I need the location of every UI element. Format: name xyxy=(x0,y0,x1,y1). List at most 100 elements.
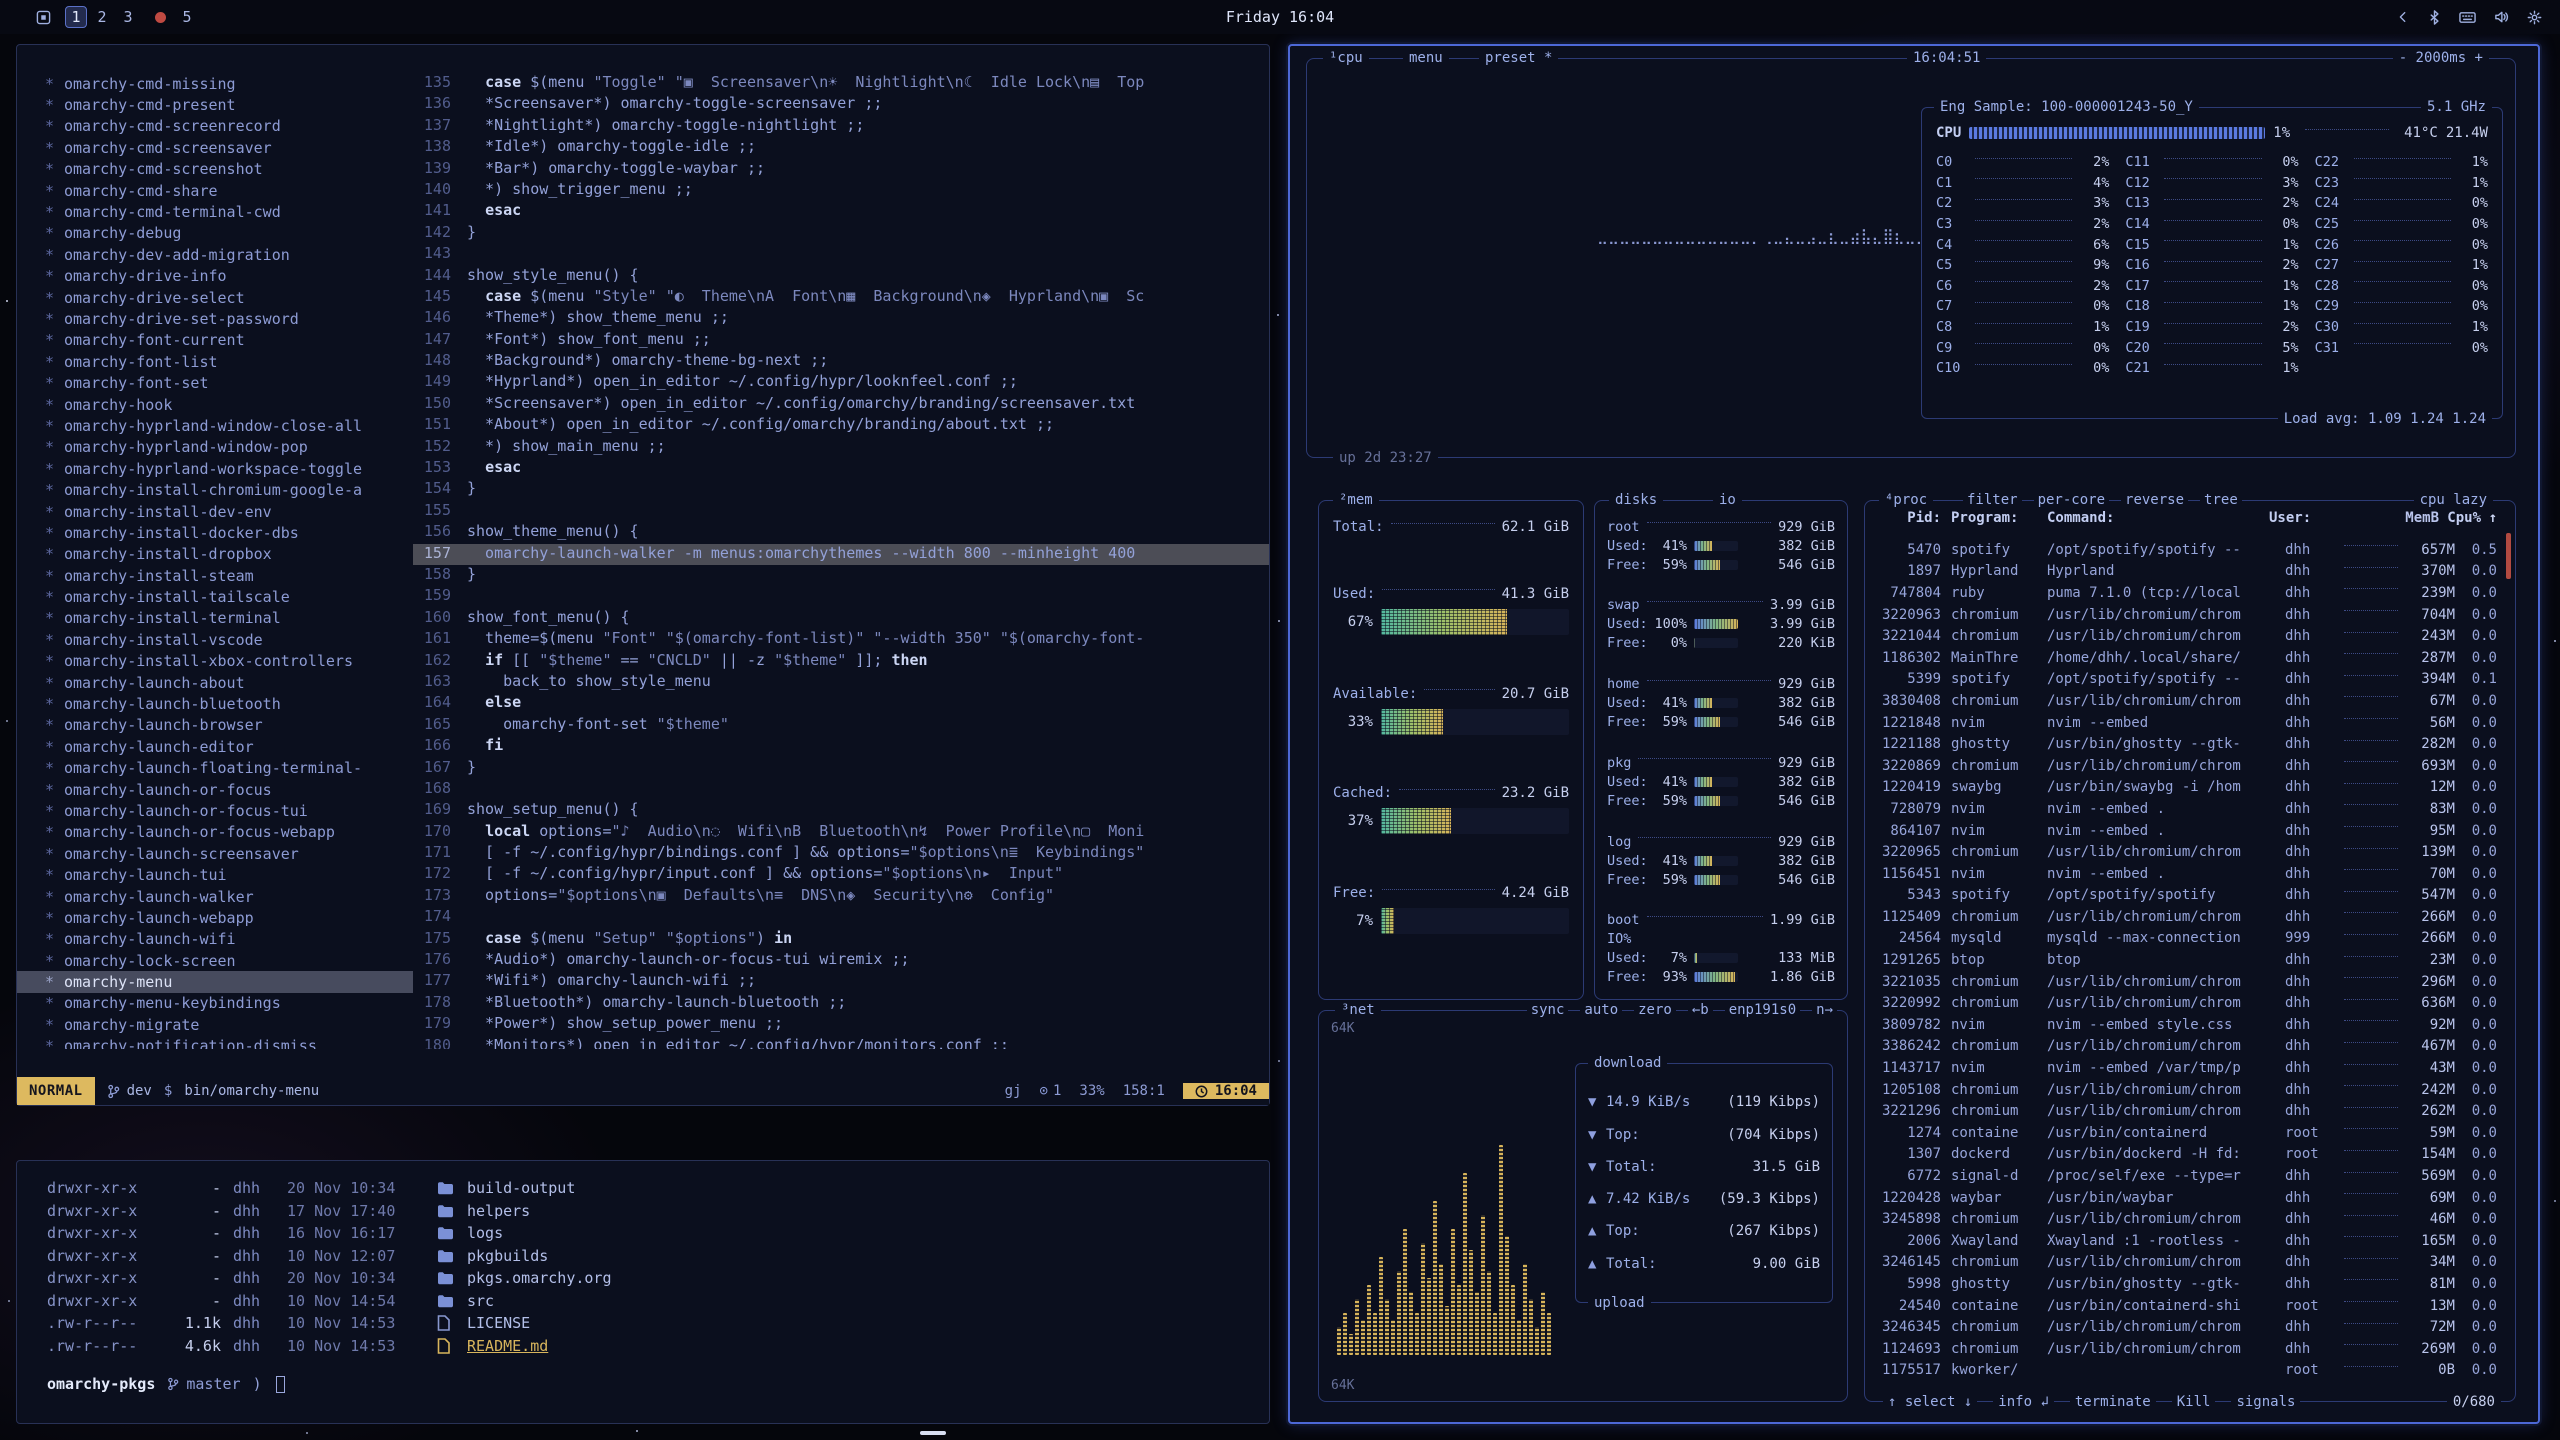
code-line[interactable]: 156show_theme_menu() { xyxy=(413,522,1269,543)
code-line[interactable]: 148 *Background*) omarchy-theme-bg-next … xyxy=(413,351,1269,372)
volume-icon[interactable] xyxy=(2494,10,2509,24)
code-line[interactable]: 178 *Bluetooth*) omarchy-launch-bluetoot… xyxy=(413,993,1269,1014)
proc-action-info[interactable]: info ↲ xyxy=(1993,1393,2054,1411)
process-row[interactable]: 5343spotify/opt/spotify/spotifydhh547M0.… xyxy=(1877,885,2497,907)
proc-tab-filter[interactable]: filter xyxy=(1963,491,2022,509)
code-line[interactable]: 151 *About*) open_in_editor ~/.config/om… xyxy=(413,415,1269,436)
sidebar-file-item[interactable]: *omarchy-cmd-missing xyxy=(17,73,413,94)
code-line[interactable]: 172 [ -f ~/.config/hypr/input.conf ] && … xyxy=(413,864,1269,885)
code-line[interactable]: 179 *Power*) show_setup_power_menu ;; xyxy=(413,1014,1269,1035)
code-line[interactable]: 143 xyxy=(413,244,1269,265)
editor-window[interactable]: *omarchy-cmd-missing*omarchy-cmd-present… xyxy=(16,44,1270,1106)
process-row[interactable]: 24540containe/usr/bin/containerd-shiroot… xyxy=(1877,1295,2497,1317)
code-line[interactable]: 161 theme=$(menu "Font" "$(omarchy-font-… xyxy=(413,629,1269,650)
process-row[interactable]: 1125409chromium/usr/lib/chromium/chromdh… xyxy=(1877,906,2497,928)
keyboard-icon[interactable] xyxy=(2459,11,2476,24)
process-row[interactable]: 1175517kworker/root0B0.0 xyxy=(1877,1360,2497,1382)
code-line[interactable]: 168 xyxy=(413,779,1269,800)
code-line[interactable]: 155 xyxy=(413,501,1269,522)
sidebar-file-item[interactable]: *omarchy-launch-wifi xyxy=(17,929,413,950)
process-row[interactable]: 3830408chromium/usr/lib/chromium/chromdh… xyxy=(1877,690,2497,712)
net-tab-auto[interactable]: auto xyxy=(1580,1001,1622,1019)
sidebar-file-item[interactable]: *omarchy-migrate xyxy=(17,1014,413,1035)
code-line[interactable]: 147 *Font*) show_font_menu ;; xyxy=(413,330,1269,351)
process-row[interactable]: 1307dockerd/usr/bin/dockerd -H fd:root15… xyxy=(1877,1144,2497,1166)
sidebar-file-item[interactable]: *omarchy-launch-tui xyxy=(17,864,413,885)
code-line[interactable]: 135 case $(menu "Toggle" "▣ Screensaver\… xyxy=(413,73,1269,94)
process-row[interactable]: 2006XwaylandXwayland :1 -rootless -dhh16… xyxy=(1877,1230,2497,1252)
code-line[interactable]: 171 [ -f ~/.config/hypr/bindings.conf ] … xyxy=(413,843,1269,864)
os-logo-icon[interactable] xyxy=(36,10,51,25)
code-line[interactable]: 158} xyxy=(413,565,1269,586)
sidebar-file-item[interactable]: *omarchy-debug xyxy=(17,223,413,244)
net-tab-n[interactable]: n→ xyxy=(1812,1001,1837,1019)
process-row[interactable]: 1897HyprlandHyprlanddhh370M0.0 xyxy=(1877,561,2497,583)
sidebar-file-item[interactable]: *omarchy-launch-bluetooth xyxy=(17,693,413,714)
preset-button[interactable]: preset * xyxy=(1479,49,1558,67)
bluetooth-icon[interactable] xyxy=(2428,10,2441,25)
btop-window[interactable]: ¹cpu menu preset * 16:04:51 - 2000ms + ⣀… xyxy=(1288,44,2540,1424)
header-mem[interactable]: MemB xyxy=(2389,510,2439,526)
sidebar-file-item[interactable]: *omarchy-cmd-screenshot xyxy=(17,159,413,180)
process-row[interactable]: 864107nvimnvim --embed .dhh95M0.0 xyxy=(1877,820,2497,842)
process-row[interactable]: 3220965chromium/usr/lib/chromium/chromdh… xyxy=(1877,841,2497,863)
sidebar-file-item[interactable]: *omarchy-hyprland-workspace-toggle xyxy=(17,458,413,479)
sidebar-file-item[interactable]: *omarchy-font-set xyxy=(17,372,413,393)
code-line[interactable]: 154} xyxy=(413,479,1269,500)
net-tab-zero[interactable]: zero xyxy=(1634,1001,1676,1019)
sidebar-file-item[interactable]: *omarchy-launch-about xyxy=(17,672,413,693)
sidebar-file-item[interactable]: *omarchy-install-xbox-controllers xyxy=(17,651,413,672)
disks-io-tab[interactable]: io xyxy=(1713,491,1742,509)
process-row[interactable]: 1156451nvimnvim --embed .dhh70M0.0 xyxy=(1877,863,2497,885)
proc-action-select[interactable]: ↑ select ↓ xyxy=(1883,1393,1977,1411)
process-scrollbar[interactable] xyxy=(2506,533,2511,579)
nav-left-icon[interactable] xyxy=(2396,10,2410,24)
sidebar-file-item[interactable]: *omarchy-drive-info xyxy=(17,266,413,287)
sidebar-file-item[interactable]: *omarchy-font-current xyxy=(17,330,413,351)
sidebar-file-item[interactable]: *omarchy-launch-screensaver xyxy=(17,843,413,864)
proc-tab-reverse[interactable]: reverse xyxy=(2121,491,2188,509)
net-tab-b[interactable]: ←b xyxy=(1688,1001,1713,1019)
code-line[interactable]: 145 case $(menu "Style" "◐ Theme\nA Font… xyxy=(413,287,1269,308)
process-row[interactable]: 5998ghostty/usr/bin/ghostty --gtk-dhh81M… xyxy=(1877,1273,2497,1295)
code-line[interactable]: 163 back_to show_style_menu xyxy=(413,672,1269,693)
process-row[interactable]: 1205108chromium/usr/lib/chromium/chromdh… xyxy=(1877,1079,2497,1101)
workspace-button-5[interactable]: 5 xyxy=(176,6,198,28)
process-row[interactable]: 1274containe/usr/bin/containerdroot59M0.… xyxy=(1877,1122,2497,1144)
process-row[interactable]: 3220963chromium/usr/lib/chromium/chromdh… xyxy=(1877,604,2497,626)
proc-mode-toggle[interactable]: cpu lazy xyxy=(2414,491,2493,509)
sidebar-file-item[interactable]: *omarchy-install-dev-env xyxy=(17,501,413,522)
process-row[interactable]: 3221044chromium/usr/lib/chromium/chromdh… xyxy=(1877,625,2497,647)
process-row[interactable]: 1124693chromium/usr/lib/chromium/chromdh… xyxy=(1877,1338,2497,1360)
code-line[interactable]: 162 if [[ "$theme" == "CNCLD" || -z "$th… xyxy=(413,651,1269,672)
process-row[interactable]: 1291265btopbtopdhh23M0.0 xyxy=(1877,949,2497,971)
header-cpu[interactable]: Cpu% xyxy=(2439,510,2481,526)
code-line[interactable]: 180 *Monitors*) open_in_editor ~/.config… xyxy=(413,1036,1269,1049)
workspace-button-1[interactable]: 1 xyxy=(65,6,87,28)
sidebar-file-item[interactable]: *omarchy-install-steam xyxy=(17,565,413,586)
menu-button[interactable]: menu xyxy=(1403,49,1449,67)
code-line[interactable]: 177 *Wifi*) omarchy-launch-wifi ;; xyxy=(413,971,1269,992)
header-user[interactable]: User: xyxy=(2269,510,2321,526)
code-line[interactable]: 174 xyxy=(413,907,1269,928)
header-program[interactable]: Program: xyxy=(1951,510,2047,526)
sidebar-file-item[interactable]: *omarchy-cmd-present xyxy=(17,94,413,115)
process-row[interactable]: 3220992chromium/usr/lib/chromium/chromdh… xyxy=(1877,992,2497,1014)
sidebar-file-item[interactable]: *omarchy-cmd-screenrecord xyxy=(17,116,413,137)
sidebar-file-item[interactable]: *omarchy-drive-set-password xyxy=(17,308,413,329)
code-line[interactable]: 136 *Screensaver*) omarchy-toggle-screen… xyxy=(413,94,1269,115)
process-row[interactable]: 6772signal-d/proc/self/exe --type=rdhh56… xyxy=(1877,1165,2497,1187)
process-row[interactable]: 3386242chromium/usr/lib/chromium/chromdh… xyxy=(1877,1036,2497,1058)
code-line[interactable]: 176 *Audio*) omarchy-launch-or-focus-tui… xyxy=(413,950,1269,971)
code-line[interactable]: 173 options="$options\n▣ Defaults\n≡ DNS… xyxy=(413,886,1269,907)
process-row[interactable]: 3809782nvimnvim --embed style.cssdhh92M0… xyxy=(1877,1014,2497,1036)
sidebar-file-item[interactable]: *omarchy-launch-webapp xyxy=(17,907,413,928)
sidebar-file-item[interactable]: *omarchy-install-docker-dbs xyxy=(17,522,413,543)
net-tab-sync[interactable]: sync xyxy=(1527,1001,1569,1019)
sidebar-file-item[interactable]: *omarchy-install-tailscale xyxy=(17,586,413,607)
sidebar-file-item[interactable]: *omarchy-font-list xyxy=(17,351,413,372)
sidebar-file-item[interactable]: *omarchy-menu-keybindings xyxy=(17,993,413,1014)
header-pid[interactable]: Pid: xyxy=(1877,510,1951,526)
code-line[interactable]: 140 *) show_trigger_menu ;; xyxy=(413,180,1269,201)
sidebar-file-item[interactable]: *omarchy-cmd-share xyxy=(17,180,413,201)
